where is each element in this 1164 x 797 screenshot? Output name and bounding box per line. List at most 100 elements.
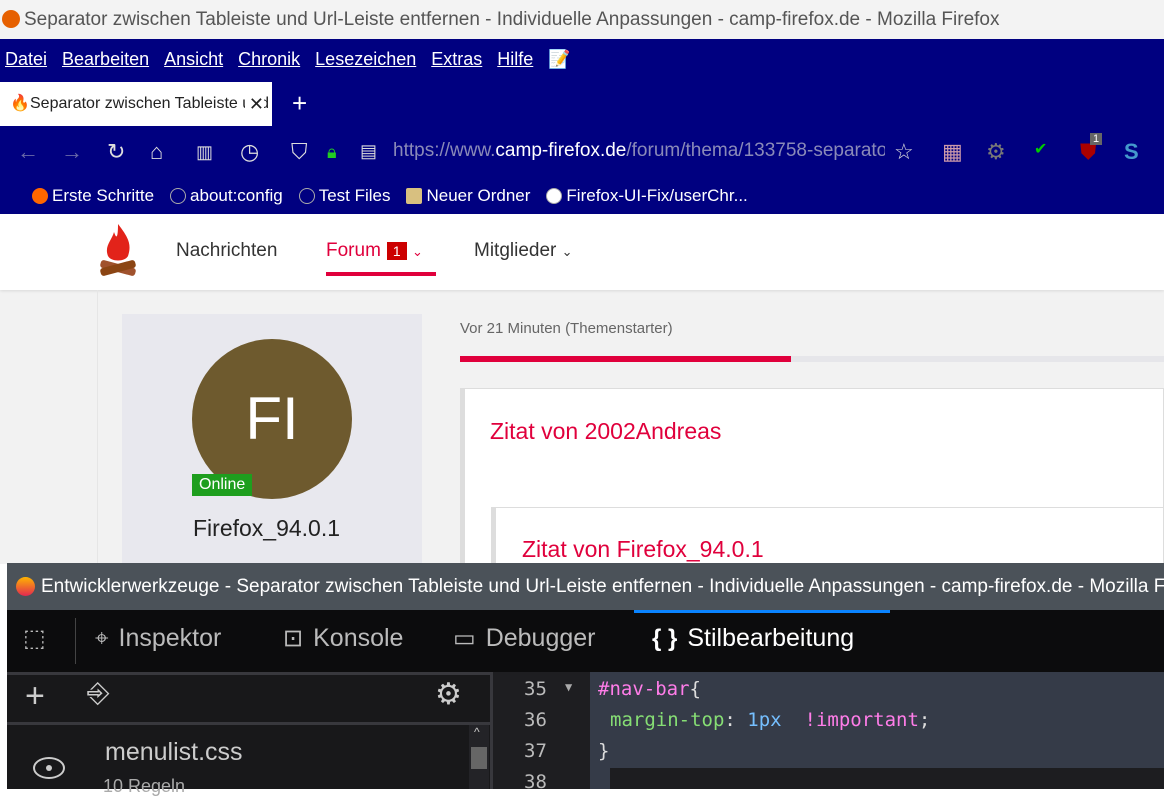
tab-konsole[interactable]: ⊡ Konsole [283,624,403,653]
active-nav-indicator [326,272,436,276]
new-tab-button[interactable]: + [292,88,307,119]
back-icon[interactable]: ← [17,139,39,165]
bookmark-item[interactable]: Erste Schritte [32,177,154,214]
reload-icon[interactable]: ↻ [107,139,125,165]
console-icon: ⊡ [283,625,304,652]
nav-nachrichten[interactable]: Nachrichten [176,240,277,262]
line-number: 38 [524,771,547,793]
extension-tabs-icon[interactable]: ▦ [942,139,963,165]
devtools-title: Entwicklerwerkzeuge - Separator zwischen… [41,576,1164,597]
tab-close-icon[interactable]: ✕ [244,82,264,126]
nav-mitglieder[interactable]: Mitglieder ⌄ [474,240,573,262]
extension-s-icon[interactable]: S [1124,139,1139,165]
stylesheet-name[interactable]: menulist.css [105,738,243,767]
active-tab-indicator [634,610,890,613]
nav-mitglieder-label: Mitglieder [474,240,557,261]
tab-title: Separator zwischen Tableiste und Url-Lei… [30,95,272,112]
scrollbar-thumb[interactable] [471,747,487,769]
menu-chronik[interactable]: Chronik [238,39,300,80]
campfire-favicon: 🔥 [10,95,30,112]
window-titlebar: Separator zwischen Tableiste und Url-Lei… [0,0,1164,39]
tab-label: Debugger [485,624,596,652]
divider [97,290,98,564]
inspector-icon: ⌖ [95,624,109,652]
element-picker-icon[interactable]: ⬚ [23,624,46,653]
nav-forum[interactable]: Forum 1 ⌄ [326,240,423,262]
bookmarks-bar: Erste Schritte about:config Test Files N… [0,177,1164,214]
fold-arrow-icon[interactable]: ▼ [565,680,572,694]
tab-active[interactable]: 🔥Separator zwischen Tableiste und Url-Le… [0,82,272,126]
reader-icon[interactable]: ▤ [360,141,377,162]
url-prefix: https://www. [393,140,496,161]
tab-label: Konsole [313,624,404,652]
tab-stilbearbeitung[interactable]: { } Stilbearbeitung [652,624,854,653]
brace: } [598,740,610,762]
window-title: Separator zwischen Tableiste und Url-Lei… [24,9,1000,30]
css-selector: #nav-bar [598,678,690,700]
bookmark-item[interactable]: Firefox-UI-Fix/userChr... [546,177,748,214]
menu-bearbeiten[interactable]: Bearbeiten [62,39,149,80]
menu-ansicht[interactable]: Ansicht [164,39,223,80]
bookmark-star-icon[interactable]: ☆ [894,139,914,165]
line-gutter: 35 ▼ 36 37 38 [490,672,590,793]
eye-icon[interactable] [33,757,65,779]
menu-lesezeichen[interactable]: Lesezeichen [315,39,416,80]
read-progress [460,356,1164,362]
forward-icon[interactable]: → [61,139,83,165]
folder-icon [406,187,423,204]
current-line [610,768,1164,789]
gear-icon[interactable]: ⚙ [435,677,462,712]
css-important: !important [804,709,919,731]
url-path: /forum/thema/133758-separator [626,140,885,161]
stylesheet-toolbar: + ⎆ ⚙ [7,675,490,725]
bookmark-label: Erste Schritte [52,186,155,205]
chevron-down-icon: ⌄ [561,244,573,259]
bookmark-label: Firefox-UI-Fix/userChr... [566,186,748,205]
online-badge: Online [192,474,253,496]
url-domain: camp-firefox.de [495,140,627,161]
line-number: 36 [524,709,547,731]
bookmark-item[interactable]: Test Files [298,177,390,214]
menu-datei[interactable]: Datei [5,39,47,80]
colon: : [724,709,748,731]
divider [75,618,76,664]
import-stylesheet-icon[interactable]: ⎆ [87,677,109,710]
ublock-badge: 1 [1090,133,1103,145]
tab-debugger[interactable]: ▭ Debugger [453,624,596,653]
url-field[interactable]: https://www.camp-firefox.de/forum/thema/… [393,140,885,162]
css-property: margin-top [610,709,725,731]
sidebar-icon[interactable]: ▥ [196,142,213,163]
bookmark-item[interactable]: about:config [170,177,283,214]
firefox-icon [16,577,35,596]
home-icon[interactable]: ⌂ [150,139,163,165]
quote-title[interactable]: Zitat von Firefox_94.0.1 [522,536,764,563]
firefox-icon [32,187,48,204]
shield-icon[interactable]: ⛉ [291,139,308,165]
post-time[interactable]: Vor 21 Minuten (Themenstarter) [460,320,673,337]
tab-label: Inspektor [118,624,222,652]
notes-icon[interactable]: 📝 [548,39,570,80]
lock-icon[interactable]: 🔒︎ [327,142,337,163]
menu-hilfe[interactable]: Hilfe [497,39,533,80]
bookmark-label: Neuer Ordner [426,186,531,205]
tab-inspektor[interactable]: ⌖ Inspektor [95,624,221,653]
scrollbar[interactable]: ^ [469,725,489,789]
scroll-up-icon[interactable]: ^ [474,725,480,739]
history-icon[interactable]: ◷ [240,139,259,165]
extension-handshake-icon[interactable]: ⚙ [986,139,1006,165]
site-logo[interactable] [98,222,138,282]
username[interactable]: Firefox_94.0.1 [193,515,340,542]
bookmark-folder[interactable]: Neuer Ordner [406,177,530,214]
quote-title[interactable]: Zitat von 2002Andreas [490,418,721,445]
globe-icon [170,187,187,204]
forum-badge: 1 [386,242,407,260]
extension-cookie-icon[interactable]: ✔ [1034,139,1047,159]
github-icon [546,187,563,204]
nav-forum-label: Forum [326,240,381,261]
menu-bar: Datei Bearbeiten Ansicht Chronik Lesezei… [0,39,1164,80]
add-stylesheet-icon[interactable]: + [25,677,45,716]
read-progress-fill [460,356,791,362]
semicolon: ; [918,709,931,731]
debugger-icon: ▭ [453,625,476,652]
menu-extras[interactable]: Extras [431,39,482,80]
